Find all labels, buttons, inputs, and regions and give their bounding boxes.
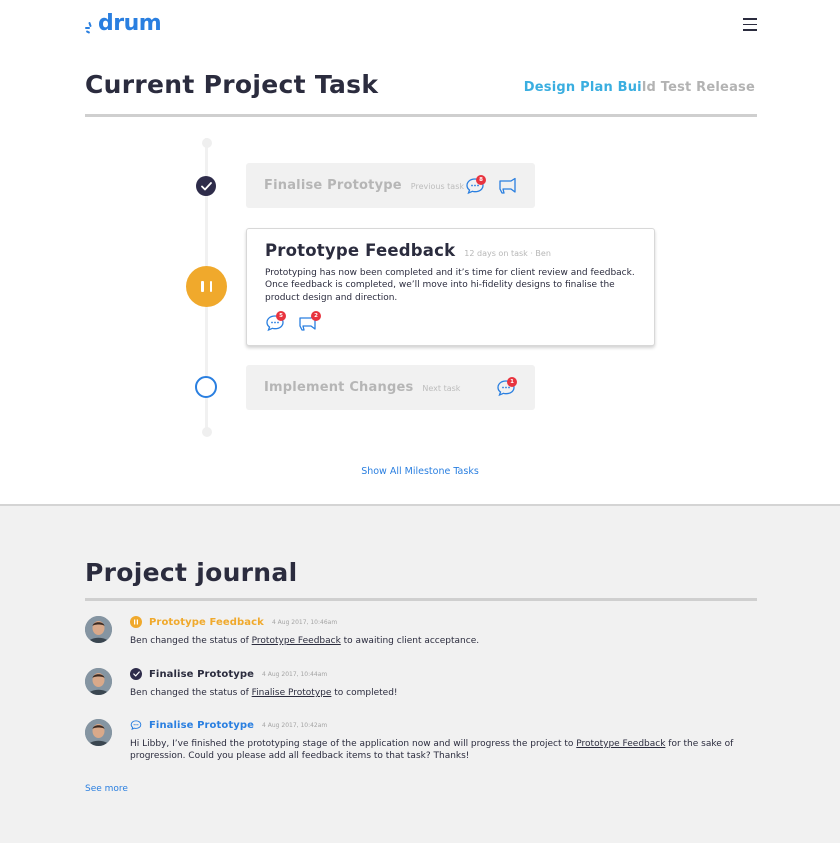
status-pause-icon [130,616,142,628]
comment-count-badge: 5 [276,311,286,321]
phase-progress-pending: ld Test Release [641,80,755,95]
timeline-start-dot [202,138,212,148]
comment-count-badge: 8 [476,175,486,185]
journal-entry-text: Hi Libby, I’ve finished the prototyping … [130,739,734,761]
completed-check-icon [196,176,216,196]
announcement-count-badge: 2 [311,311,321,321]
task-link[interactable]: Prototype Feedback [252,636,341,646]
journal-entry-time: 4 Aug 2017, 10:42am [262,722,328,729]
phase-progress: Design Plan Build Test Release [524,80,755,95]
upcoming-circle-icon [195,376,217,398]
journal-entry-title[interactable]: Finalise Prototype [149,720,254,731]
task-title: Implement Changes [264,380,414,395]
journal-entry-text: Ben changed the status of Prototype Feed… [130,636,480,646]
timeline-end-dot [202,427,212,437]
avatar[interactable] [85,719,112,746]
drum-logo[interactable]: drum [85,11,162,36]
task-subtitle: Next task [422,384,461,393]
journal-divider [85,598,757,601]
task-description: Prototyping has now been completed and i… [265,268,635,303]
comment-count-badge: 1 [507,377,517,387]
avatar[interactable] [85,616,112,643]
status-check-icon [130,668,142,680]
see-more-link[interactable]: See more [85,784,128,794]
journal-entry-title[interactable]: Finalise Prototype [149,669,254,680]
task-title: Finalise Prototype [264,178,402,193]
task-title: Prototype Feedback [265,241,456,260]
journal-entry-text: Ben changed the status of Finalise Proto… [130,688,398,698]
journal-entry-time: 4 Aug 2017, 10:44am [262,671,328,678]
hamburger-menu-icon[interactable] [743,18,757,31]
task-card-next[interactable]: Implement Changes Next task [246,365,535,410]
task-link[interactable]: Prototype Feedback [576,739,665,749]
project-journal: Project journal Prototype Feedback 4 Aug… [0,504,840,843]
task-subtitle: Previous task [410,182,464,191]
journal-entry-time: 4 Aug 2017, 10:46am [271,619,338,626]
title-divider [85,114,757,117]
avatar[interactable] [85,668,112,695]
show-all-milestone-tasks-link[interactable]: Show All Milestone Tasks [0,466,840,477]
logo-rays-icon [85,21,97,36]
task-meta: 12 days on task · Ben [464,249,551,258]
journal-entry-title[interactable]: Prototype Feedback [149,617,264,628]
comment-icon [130,719,142,731]
megaphone-icon[interactable] [498,177,518,197]
journal-title: Project journal [85,558,298,587]
logo-text: drum [98,11,162,36]
task-link[interactable]: Finalise Prototype [252,688,332,698]
task-card-previous[interactable]: Finalise Prototype Previous task [246,163,535,208]
in-progress-pause-icon [186,266,227,307]
page-title: Current Project Task [85,70,379,99]
phase-progress-completed: Design Plan Bui [523,80,642,95]
